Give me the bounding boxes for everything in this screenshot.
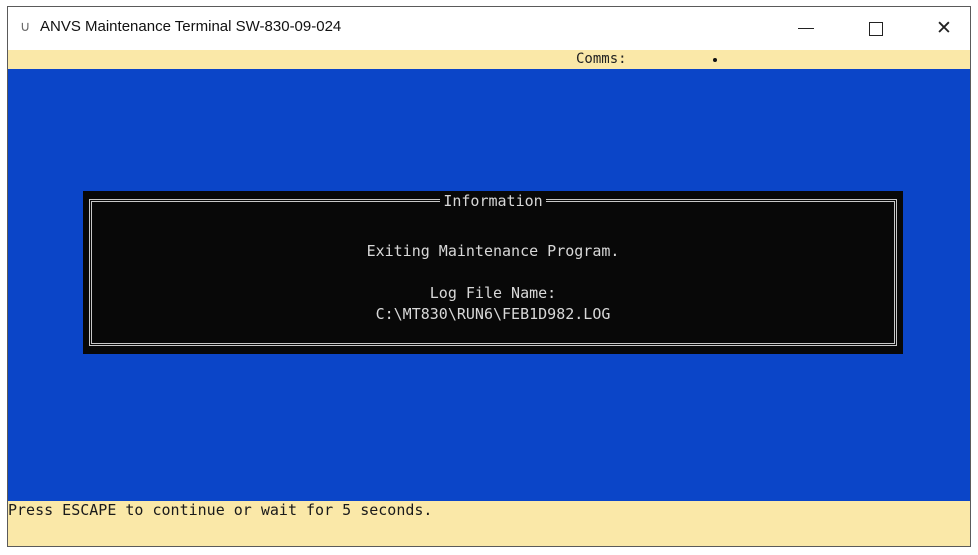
maximize-icon [869,21,883,36]
comms-indicator-icon [713,58,717,62]
exit-message: Exiting Maintenance Program. [366,242,620,260]
app-window: ∪ ANVS Maintenance Terminal SW-830-09-02… [7,6,971,547]
comms-label: Comms: [576,51,627,67]
log-file-path: C:\MT830\RUN6\FEB1D982.LOG [375,305,611,323]
dialog-title: Information [440,192,546,210]
power-icon: ∪ [20,19,31,35]
prompt-bar: Press ESCAPE to continue or wait for 5 s… [8,501,970,546]
minimize-button[interactable] [778,7,834,50]
status-bar: Comms: [8,50,970,69]
log-file-label: Log File Name: [429,284,557,302]
close-button[interactable]: ✕ [916,7,970,50]
information-dialog: Information Exiting Maintenance Program.… [83,191,903,354]
close-icon: ✕ [936,17,952,39]
continue-prompt: Press ESCAPE to continue or wait for 5 s… [8,501,433,519]
window-title: ANVS Maintenance Terminal SW-830-09-024 [40,18,342,35]
dialog-frame: Information Exiting Maintenance Program.… [89,192,897,346]
title-bar[interactable]: ∪ ANVS Maintenance Terminal SW-830-09-02… [8,7,970,50]
maximize-button[interactable] [848,7,904,50]
terminal-screen: Information Exiting Maintenance Program.… [8,69,970,501]
dialog-title-wrap: Information [92,192,894,211]
minimize-icon [798,28,814,29]
